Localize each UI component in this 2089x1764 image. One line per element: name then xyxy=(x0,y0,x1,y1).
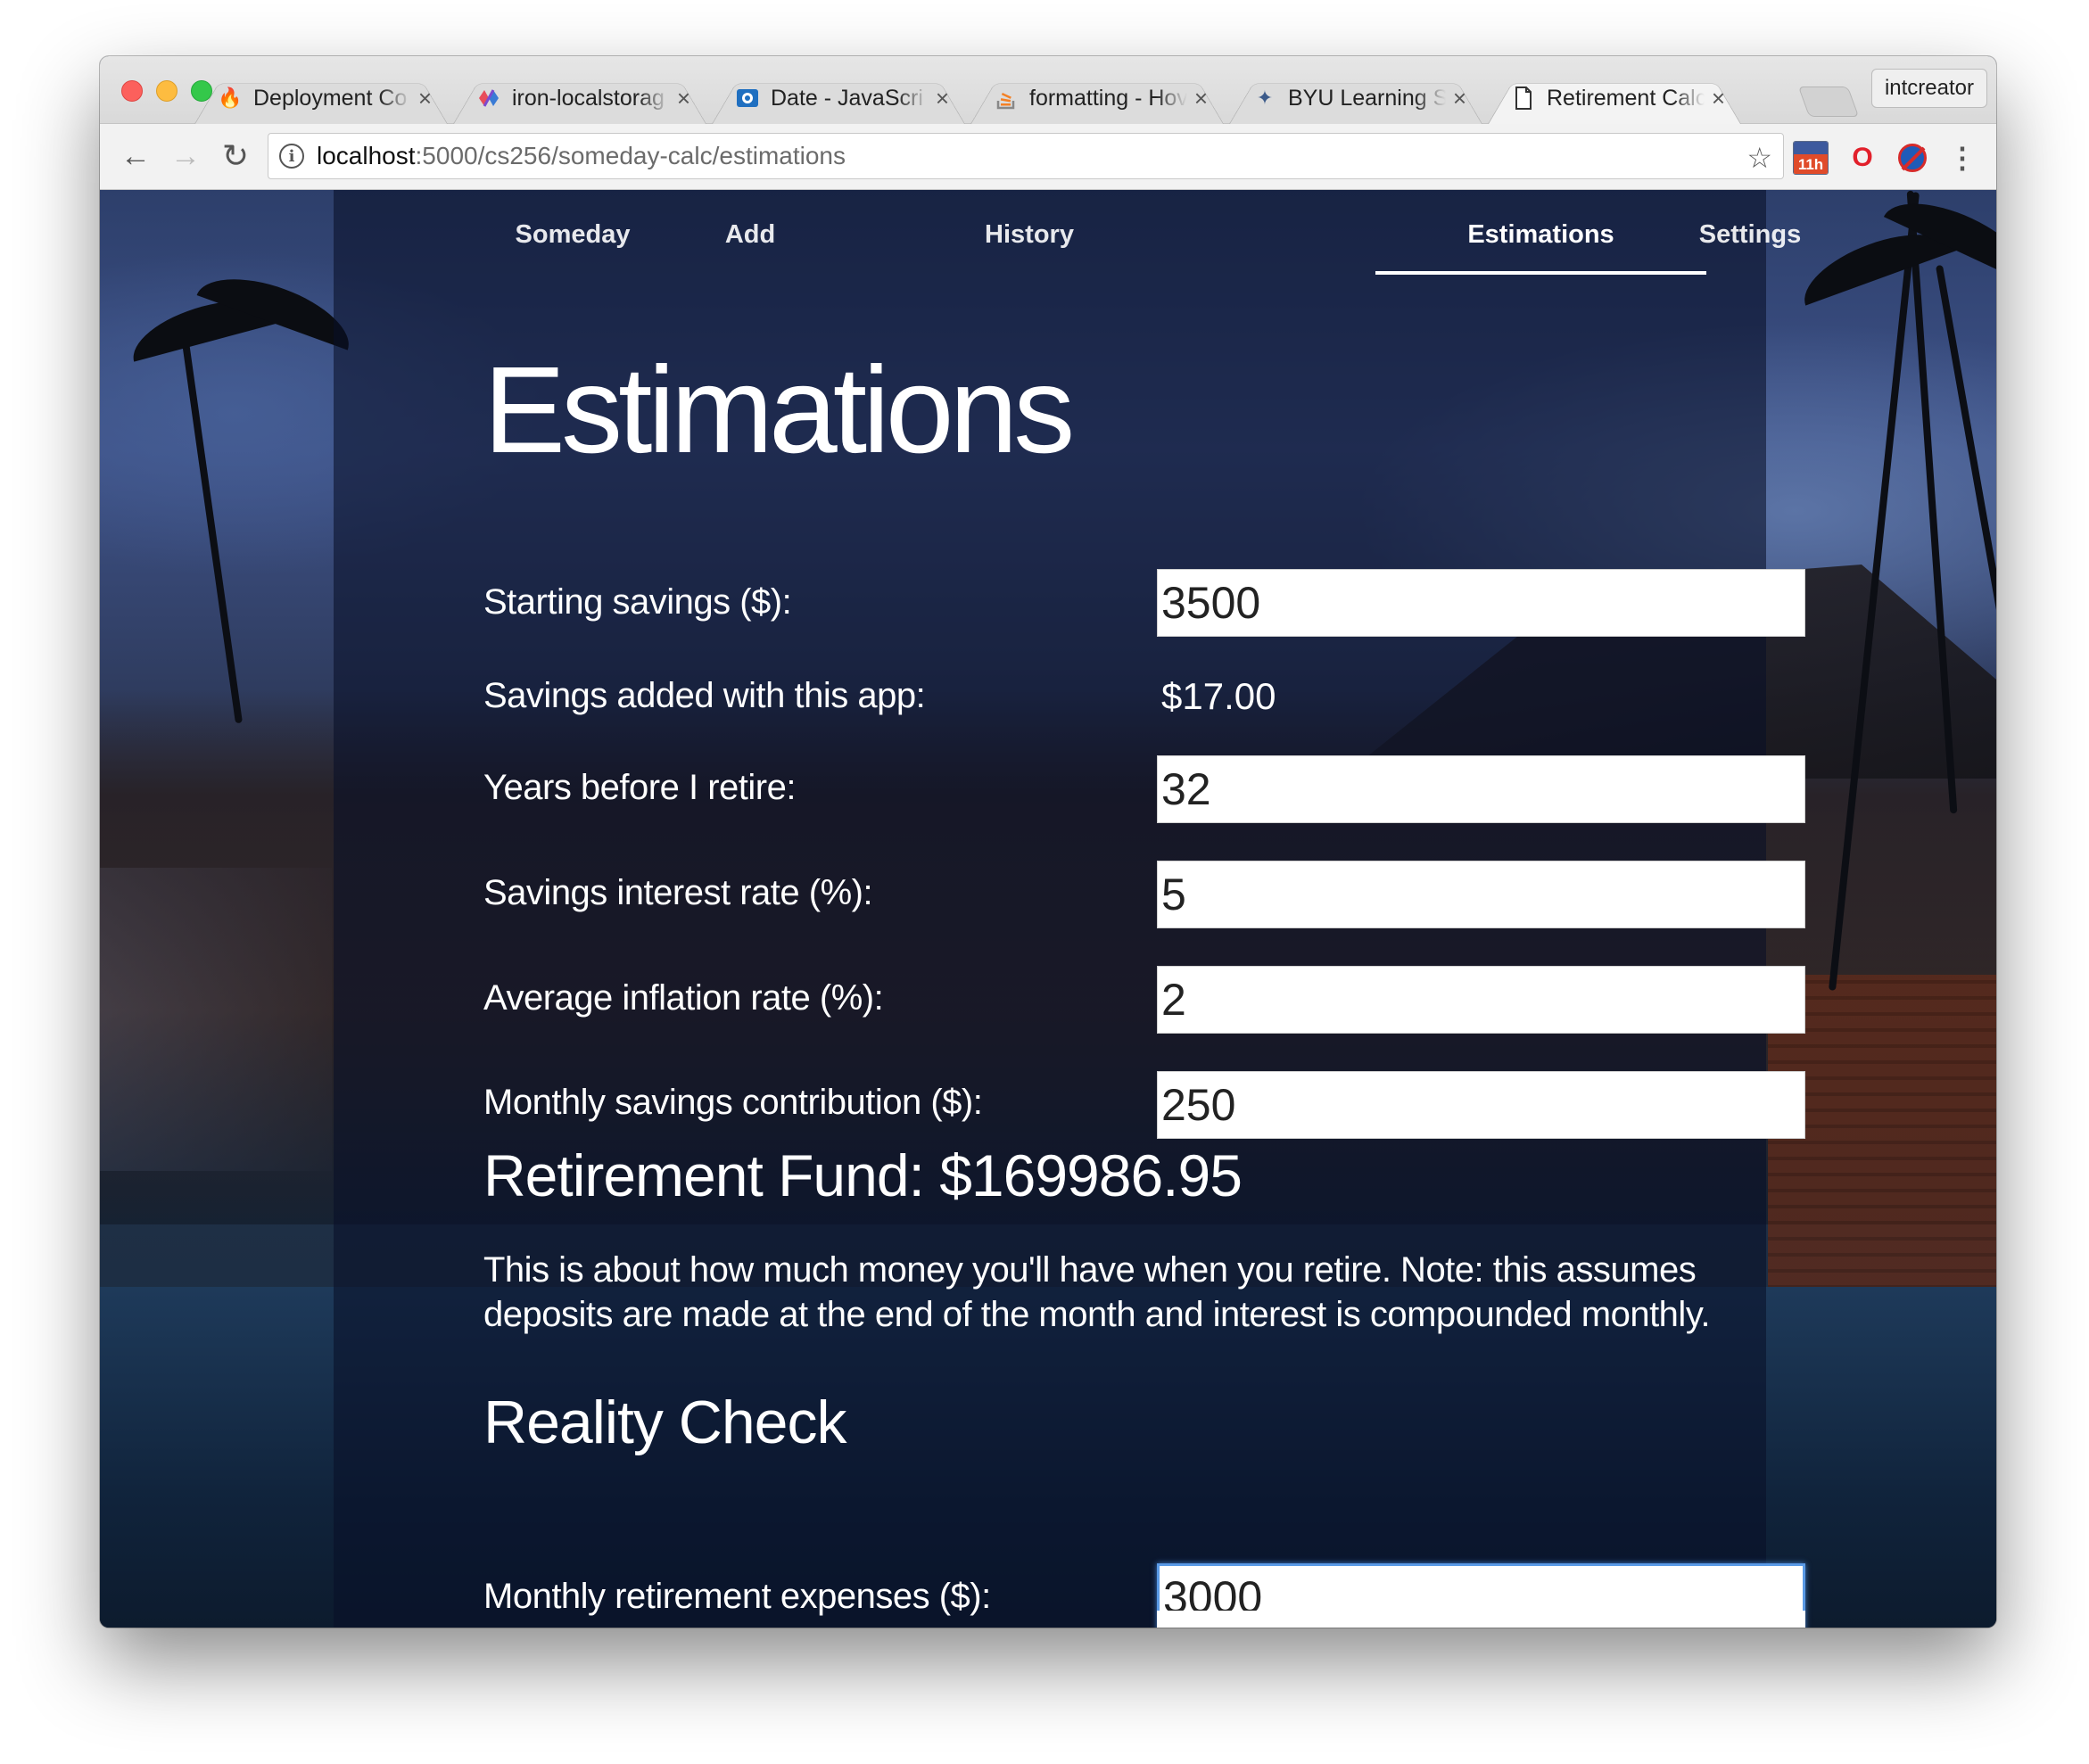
browser-tab[interactable]: formatting - Hov × xyxy=(962,72,1220,124)
back-arrow-icon[interactable]: ← xyxy=(116,136,155,176)
menu-dots-icon[interactable]: ⋮ xyxy=(1945,140,1980,176)
interest-rate-label: Savings interest rate (%): xyxy=(483,873,873,912)
url-path: :5000/cs256/someday-calc/estimations xyxy=(415,142,846,169)
tab-close-icon[interactable]: × xyxy=(1453,85,1466,112)
tab-close-icon[interactable]: × xyxy=(418,85,432,112)
starting-savings-input[interactable] xyxy=(1157,569,1805,637)
browser-toolbar: ← → ↻ i localhost:5000/cs256/someday-cal… xyxy=(100,124,1996,190)
bookmark-star-icon[interactable]: ☆ xyxy=(1746,141,1772,175)
monthly-contribution-label: Monthly savings contribution ($): xyxy=(483,1083,983,1122)
nav-tab-settings[interactable]: Settings xyxy=(1661,220,1839,250)
tab-close-icon[interactable]: × xyxy=(1194,85,1208,112)
monthly-contribution-input[interactable] xyxy=(1157,1071,1805,1139)
tab-close-icon[interactable]: × xyxy=(936,85,949,112)
reload-icon[interactable]: ↻ xyxy=(216,136,255,176)
starting-savings-label: Starting savings ($): xyxy=(483,582,792,622)
nav-tab-estimations[interactable]: Estimations xyxy=(1375,220,1706,250)
extension-badge: 11h xyxy=(1794,154,1828,174)
retirement-fund-heading: Retirement Fund: $169986.95 xyxy=(483,1142,1243,1208)
forward-arrow-icon[interactable]: → xyxy=(166,136,205,176)
browser-tab-active[interactable]: Retirement Calc × xyxy=(1479,72,1738,124)
browser-window: 🔥 Deployment Co × iron-localstorag × Dat… xyxy=(100,56,1996,1628)
inflation-rate-input[interactable] xyxy=(1157,966,1805,1034)
reality-check-heading: Reality Check xyxy=(483,1389,846,1456)
tab-title: Retirement Calc xyxy=(1547,85,1705,111)
firebase-icon: 🔥 xyxy=(218,87,243,109)
inflation-rate-label: Average inflation rate (%): xyxy=(483,978,884,1018)
interest-rate-input[interactable] xyxy=(1157,861,1805,928)
browser-tab[interactable]: Date - JavaScri × xyxy=(703,72,962,124)
tab-title: formatting - Hov xyxy=(1029,85,1187,111)
info-icon[interactable]: i xyxy=(279,144,304,169)
address-bar[interactable]: i localhost:5000/cs256/someday-calc/esti… xyxy=(268,133,1784,179)
savings-added-label: Savings added with this app: xyxy=(483,676,926,715)
monthly-expenses-label: Monthly retirement expenses ($): xyxy=(483,1577,991,1616)
app-nav: Someday Add History Estimations Settings xyxy=(334,190,1801,279)
calendar-extension-icon[interactable]: 11h xyxy=(1793,140,1829,176)
polymer-icon xyxy=(476,86,501,111)
nav-tab-add[interactable]: Add xyxy=(701,220,799,250)
url-host: localhost xyxy=(317,142,416,169)
browser-tab[interactable]: ✦ BYU Learning S × xyxy=(1220,72,1479,124)
byu-learning-icon: ✦ xyxy=(1256,87,1274,109)
browser-tab[interactable]: iron-localstorag × xyxy=(444,72,703,124)
close-window-button[interactable] xyxy=(121,80,143,102)
new-tab-button[interactable] xyxy=(1797,87,1860,117)
minimize-window-button[interactable] xyxy=(156,80,178,102)
browser-tab[interactable]: 🔥 Deployment Co × xyxy=(186,72,444,124)
nav-tab-history[interactable]: History xyxy=(958,220,1101,250)
tab-close-icon[interactable]: × xyxy=(1712,85,1725,112)
profile-button[interactable]: intcreator xyxy=(1870,69,1987,108)
retirement-fund-note: This is about how much money you'll have… xyxy=(483,1250,1710,1334)
tab-title: Date - JavaScri xyxy=(771,85,923,111)
mdn-icon xyxy=(735,86,760,111)
tab-title: BYU Learning S xyxy=(1288,85,1446,111)
tab-strip: 🔥 Deployment Co × iron-localstorag × Dat… xyxy=(100,56,1996,124)
stackoverflow-icon xyxy=(994,86,1019,111)
tab-title: Deployment Co xyxy=(253,85,408,111)
nav-tab-someday[interactable]: Someday xyxy=(483,220,662,250)
next-input-partial[interactable] xyxy=(1157,1611,1805,1628)
page-title: Estimations xyxy=(483,342,1075,479)
years-before-retire-input[interactable] xyxy=(1157,755,1805,823)
document-icon xyxy=(1511,86,1536,111)
tab-close-icon[interactable]: × xyxy=(677,85,690,112)
savings-added-value: $17.00 xyxy=(1161,675,1276,717)
active-tab-indicator xyxy=(1375,271,1706,275)
tab-title: iron-localstorag xyxy=(512,85,665,111)
blocker-extension-icon[interactable] xyxy=(1895,140,1930,176)
years-before-retire-label: Years before I retire: xyxy=(483,768,796,807)
opera-extension-icon[interactable]: O xyxy=(1845,140,1880,176)
page-viewport: Someday Add History Estimations Settings… xyxy=(100,190,1996,1628)
